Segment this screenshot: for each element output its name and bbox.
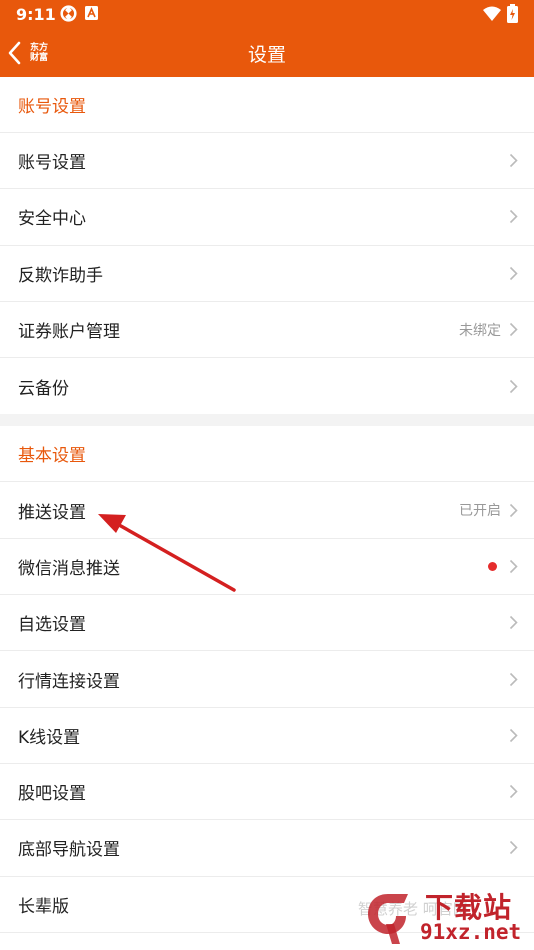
row-security-center[interactable]: 安全中心 bbox=[0, 189, 534, 246]
row-label: 安全中心 bbox=[18, 209, 86, 230]
nav-bar: 东方 财富 设置 bbox=[0, 28, 534, 77]
row-label: 云备份 bbox=[18, 378, 69, 399]
row-wechat-push[interactable]: 微信消息推送 bbox=[0, 539, 534, 596]
section-header-account: 账号设置 bbox=[0, 77, 534, 133]
chevron-right-icon bbox=[509, 728, 518, 742]
chevron-right-icon bbox=[509, 616, 518, 630]
section-divider bbox=[0, 414, 534, 427]
row-label: 股吧设置 bbox=[18, 784, 86, 805]
chevron-right-icon bbox=[509, 841, 518, 855]
wifi-icon bbox=[483, 6, 501, 21]
sync-icon bbox=[60, 5, 77, 22]
row-anti-fraud[interactable]: 反欺诈助手 bbox=[0, 246, 534, 302]
row-value: 已开启 bbox=[459, 503, 501, 520]
chevron-right-icon bbox=[509, 785, 518, 799]
chevron-right-icon bbox=[509, 559, 518, 573]
row-securities-account[interactable]: 证券账户管理 未绑定 bbox=[0, 302, 534, 359]
page-title: 设置 bbox=[247, 44, 286, 66]
row-quote-connection[interactable]: 行情连接设置 bbox=[0, 651, 534, 708]
chevron-right-icon bbox=[509, 210, 518, 224]
row-kline-settings[interactable]: K线设置 bbox=[0, 708, 534, 764]
battery-icon bbox=[507, 4, 518, 23]
status-time: 9:11 bbox=[16, 5, 56, 24]
row-label: K线设置 bbox=[18, 727, 81, 748]
chevron-right-icon bbox=[509, 379, 518, 393]
row-label: 微信消息推送 bbox=[18, 558, 120, 579]
row-value: 未绑定 bbox=[459, 322, 501, 339]
row-watchlist-settings[interactable]: 自选设置 bbox=[0, 595, 534, 652]
chevron-right-icon bbox=[509, 503, 518, 517]
row-forum-settings[interactable]: 股吧设置 bbox=[0, 764, 534, 821]
unread-dot bbox=[488, 561, 497, 571]
chevron-right-icon bbox=[509, 266, 518, 280]
row-label: 账号设置 bbox=[18, 153, 86, 174]
row-label: 推送设置 bbox=[18, 502, 86, 523]
row-label: 行情连接设置 bbox=[18, 671, 120, 692]
chevron-right-icon bbox=[509, 672, 518, 686]
row-label: 自选设置 bbox=[18, 615, 86, 636]
watermark-logo-icon bbox=[368, 894, 408, 944]
chevron-right-icon bbox=[509, 154, 518, 168]
row-label: 底部导航设置 bbox=[18, 840, 120, 861]
row-push-settings[interactable]: 推送设置 已开启 bbox=[0, 482, 534, 539]
row-label: 证券账户管理 bbox=[18, 322, 120, 343]
chevron-right-icon bbox=[509, 322, 518, 337]
row-label: 反欺诈助手 bbox=[18, 265, 103, 286]
a-badge-icon bbox=[85, 6, 98, 20]
settings-list: 账号设置 账号设置 安全中心 反欺诈助手 证券账户管理 未绑定 云备份 基本设置… bbox=[0, 77, 534, 933]
row-cloud-backup[interactable]: 云备份 bbox=[0, 358, 534, 414]
status-bar: 9:11 bbox=[0, 0, 534, 28]
section-header-basic: 基本设置 bbox=[0, 426, 534, 483]
row-account-settings[interactable]: 账号设置 bbox=[0, 133, 534, 190]
row-bottom-nav-settings[interactable]: 底部导航设置 bbox=[0, 820, 534, 877]
watermark-domain: 91xz.net bbox=[420, 920, 522, 944]
